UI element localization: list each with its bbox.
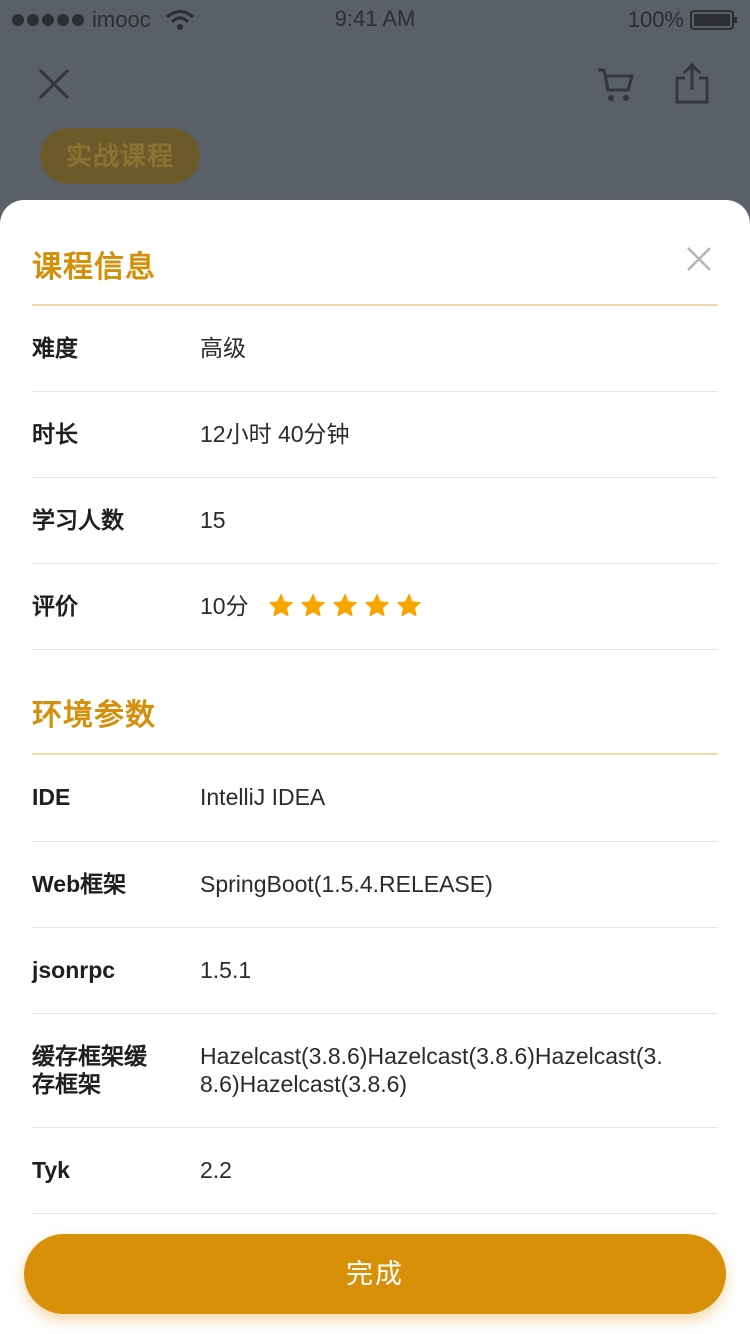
close-icon[interactable] <box>36 66 72 102</box>
env-row-web-framework: Web框架 SpringBoot(1.5.4.RELEASE) <box>32 842 718 928</box>
course-detail-screen: imooc 9:41 AM 100% 实战课程 课程信息 难度 高级 时长 12… <box>0 0 750 1334</box>
status-right: 100% <box>628 7 738 33</box>
row-label: IDE <box>32 784 71 810</box>
row-label: 学习人数 <box>32 507 124 533</box>
share-icon[interactable] <box>672 62 712 104</box>
battery-percent: 100% <box>627 7 684 32</box>
rating-stars <box>268 593 422 619</box>
info-row-duration: 时长 12小时 40分钟 <box>32 392 718 478</box>
row-label: 难度 <box>32 335 78 361</box>
env-row-jsonrpc: jsonrpc 1.5.1 <box>32 928 718 1014</box>
info-row-learners: 学习人数 15 <box>32 478 718 564</box>
row-value: 12小时 40分钟 <box>200 421 350 447</box>
row-value: 15 <box>200 507 226 533</box>
star-icon <box>333 594 357 617</box>
battery-icon <box>690 10 737 30</box>
row-label: Tyk <box>32 1157 70 1183</box>
environment-title: 环境参数 <box>32 699 156 732</box>
row-label: 评价 <box>32 593 78 619</box>
row-value: SpringBoot(1.5.4.RELEASE) <box>200 871 493 897</box>
env-row-cache-framework: 缓存框架缓 存框架 Hazelcast(3.8.6)Hazelcast(3.8.… <box>32 1014 718 1128</box>
star-icon <box>269 594 293 617</box>
info-row-difficulty: 难度 高级 <box>32 306 718 392</box>
star-icon <box>397 594 421 617</box>
info-row-rating: 评价 10分 <box>32 564 718 650</box>
row-label: 时长 <box>32 421 78 447</box>
row-value: 高级 <box>200 335 246 361</box>
env-row-tyk: Tyk 2.2 <box>32 1128 718 1214</box>
row-value: IntelliJ IDEA <box>200 784 326 810</box>
cart-icon[interactable] <box>596 64 636 104</box>
course-info-title: 课程信息 <box>32 251 156 284</box>
row-value: 2.2 <box>200 1157 232 1183</box>
row-label-line2: 存框架 <box>32 1071 101 1097</box>
row-value: 10分 <box>200 593 249 619</box>
row-value-line2: 8.6)Hazelcast(3.8.6) <box>200 1071 408 1097</box>
row-value-line1: Hazelcast(3.8.6)Hazelcast(3.8.6)Hazelcas… <box>200 1043 663 1069</box>
status-bar: imooc 9:41 AM 100% <box>0 0 750 40</box>
row-label-line1: 缓存框架缓 <box>32 1043 147 1069</box>
row-label: jsonrpc <box>32 957 116 983</box>
course-type-tag: 实战课程 <box>40 128 201 184</box>
course-info-sheet: 课程信息 难度 高级 时长 12小时 40分钟 学习人数 15 评价 10分 环… <box>0 200 750 1334</box>
row-label: Web框架 <box>32 871 127 897</box>
done-button[interactable]: 完成 <box>24 1234 726 1314</box>
star-icon <box>365 594 389 617</box>
star-icon <box>301 594 325 617</box>
row-value: 1.5.1 <box>200 957 252 983</box>
env-row-ide: IDE IntelliJ IDEA <box>32 755 718 842</box>
sheet-close-icon[interactable] <box>686 246 712 272</box>
